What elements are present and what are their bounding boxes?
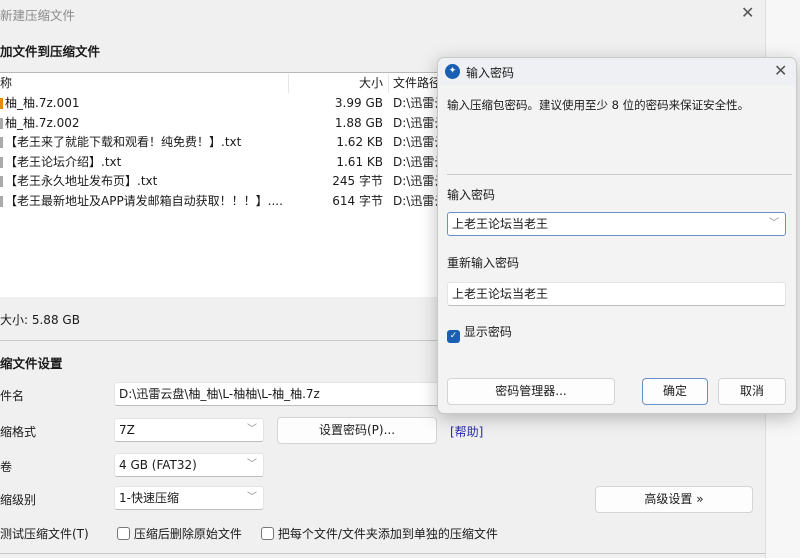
- file-name: 【老王来了就能下载和观看！纯免费！】.txt: [5, 135, 242, 149]
- column-size[interactable]: 大小: [359, 74, 383, 93]
- volume-value: 4 GB (FAT32): [119, 458, 197, 472]
- password-label: 输入密码: [447, 188, 496, 202]
- show-password-checkbox[interactable]: ✓ 显示密码: [447, 323, 512, 343]
- ok-button[interactable]: 确定: [642, 378, 708, 405]
- level-value: 1-快速压缩: [119, 491, 179, 505]
- show-password-label: 显示密码: [463, 325, 512, 339]
- cancel-button[interactable]: 取消: [718, 378, 786, 405]
- dialog-description: 输入压缩包密码。建议使用至少 8 位的密码来保证安全性。: [447, 98, 750, 112]
- file-name: 【老王论坛介绍】.txt: [5, 154, 122, 169]
- filename-label: 件名: [0, 389, 25, 403]
- column-path[interactable]: 文件路径: [393, 74, 441, 93]
- separate-archives-checkbox[interactable]: 把每个文件/文件夹添加到单独的压缩文件: [261, 525, 498, 542]
- separate-archives-label: 把每个文件/文件夹添加到单独的压缩文件: [277, 527, 498, 541]
- settings-heading: 缩文件设置: [0, 356, 63, 371]
- password-dialog: ✦ 输入密码 ✕ 输入压缩包密码。建议使用至少 8 位的密码来保证安全性。 输入…: [437, 57, 797, 414]
- file-icon: [0, 195, 3, 207]
- chevron-down-icon: ﹀: [247, 424, 257, 435]
- volume-label: 卷: [0, 460, 13, 474]
- password-combobox[interactable]: 上老王论坛当老王 ﹀: [447, 212, 786, 236]
- delete-after-checkbox[interactable]: 压缩后删除原始文件: [117, 525, 242, 542]
- file-name: 【老王最新地址及APP请发邮箱自动获取！！！】....: [5, 193, 283, 208]
- total-size: 大小: 5.88 GB: [0, 313, 80, 327]
- volume-select[interactable]: 4 GB (FAT32) ﹀: [114, 453, 264, 477]
- file-icon: [0, 176, 3, 187]
- file-name: 柚_柚.7z.002: [5, 115, 80, 130]
- close-icon[interactable]: ✕: [741, 3, 754, 22]
- file-icon: [0, 117, 3, 129]
- test-archive-checkbox-label[interactable]: 测试压缩文件(T): [0, 525, 89, 542]
- delete-after-label: 压缩后删除原始文件: [133, 527, 242, 541]
- file-name: 【老王永久地址发布页】.txt: [5, 174, 158, 188]
- format-value: 7Z: [119, 423, 135, 437]
- password-value: 上老王论坛当老王: [452, 217, 549, 231]
- password-manager-button[interactable]: 密码管理器...: [447, 378, 615, 405]
- window-title: 新建压缩文件: [0, 8, 76, 23]
- chevron-down-icon: ﹀: [247, 492, 257, 503]
- app-logo-icon: ✦: [445, 64, 460, 79]
- file-size: 1.62 KB: [336, 135, 383, 149]
- chevron-down-icon[interactable]: ﹀: [769, 213, 779, 235]
- file-icon: [0, 156, 3, 168]
- file-icon: [0, 137, 3, 148]
- checkbox-icon[interactable]: [117, 527, 130, 540]
- file-icon: [0, 98, 3, 109]
- file-name: 柚_柚.7z.001: [5, 96, 80, 110]
- format-select[interactable]: 7Z ﹀: [114, 418, 264, 442]
- close-icon[interactable]: ✕: [774, 61, 787, 80]
- format-label: 缩格式: [0, 425, 37, 439]
- level-select[interactable]: 1-快速压缩 ﹀: [114, 486, 264, 510]
- help-link[interactable]: [帮助]: [450, 423, 483, 440]
- file-size: 1.61 KB: [336, 154, 383, 169]
- set-password-button[interactable]: 设置密码(P)...: [277, 417, 437, 444]
- file-size: 3.99 GB: [334, 96, 383, 110]
- confirm-password-input[interactable]: 上老王论坛当老王: [447, 282, 786, 306]
- level-label: 缩级别: [0, 493, 37, 507]
- section-heading: 加文件到压缩文件: [0, 44, 101, 59]
- file-size: 614 字节: [332, 193, 383, 208]
- dialog-title: 输入密码: [466, 66, 515, 80]
- filename-input[interactable]: D:\迅雷云盘\柚_柚\L-柚柚\L-柚_柚.7z: [114, 382, 444, 406]
- chevron-down-icon: ﹀: [247, 459, 257, 470]
- column-name[interactable]: 称: [0, 74, 12, 93]
- checkbox-checked-icon[interactable]: ✓: [447, 330, 460, 343]
- confirm-password-label: 重新输入密码: [447, 256, 520, 270]
- file-size: 245 字节: [332, 174, 383, 188]
- file-size: 1.88 GB: [334, 115, 383, 130]
- advanced-settings-button[interactable]: 高级设置 »: [595, 486, 753, 513]
- checkbox-icon[interactable]: [261, 527, 274, 540]
